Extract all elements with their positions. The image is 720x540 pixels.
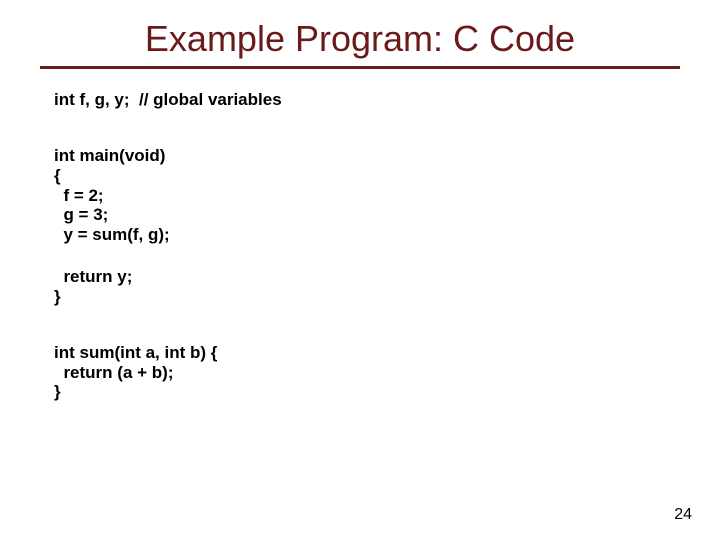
slide: Example Program: C Code int f, g, y; // … <box>0 0 720 401</box>
slide-title: Example Program: C Code <box>40 18 680 60</box>
code-line: int f, g, y; // global variables <box>54 91 680 109</box>
code-line: int sum(int a, int b) { <box>54 344 680 362</box>
page-number: 24 <box>674 506 692 524</box>
code-line: return (a + b); <box>54 364 680 382</box>
title-underline <box>40 66 680 69</box>
code-line: g = 3; <box>54 206 680 224</box>
code-line: f = 2; <box>54 187 680 205</box>
code-line: } <box>54 383 680 401</box>
code-block: int f, g, y; // global variables int mai… <box>54 91 680 401</box>
spacer <box>54 111 680 145</box>
code-line: return y; <box>54 268 680 286</box>
code-line: y = sum(f, g); <box>54 226 680 244</box>
code-line: int main(void) <box>54 147 680 165</box>
spacer <box>54 308 680 342</box>
code-line: } <box>54 288 680 306</box>
spacer <box>54 246 680 266</box>
code-line: { <box>54 167 680 185</box>
